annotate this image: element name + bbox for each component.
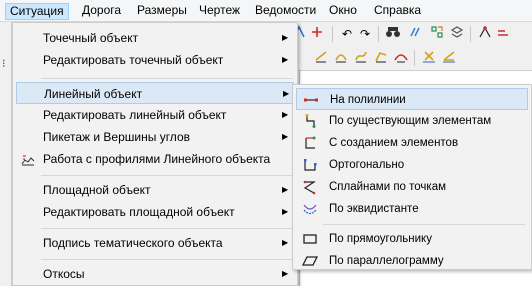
submenu-arrow-icon: ▶ <box>282 269 289 278</box>
submenu-item-spline[interactable]: Сплайнами по точкам <box>296 176 528 198</box>
menu-statements[interactable]: Ведомости <box>251 3 320 20</box>
draw-curve-icon[interactable] <box>352 49 370 67</box>
submenu-item-label: С созданием элементов <box>329 137 459 149</box>
submenu-arrow-icon: ▶ <box>282 55 289 64</box>
submenu-item-label: По прямоугольнику <box>329 233 432 245</box>
menu-item-label: Пикетаж и Вершины углов <box>43 130 190 144</box>
submenu-item-rectangle[interactable]: По прямоугольнику <box>296 228 528 250</box>
menu-separator <box>41 259 293 260</box>
menu-item-label: Площадной объект <box>43 183 151 197</box>
spline-icon <box>302 179 318 195</box>
redo-icon[interactable]: ↷ <box>356 25 374 43</box>
menu-item-label: Линейный объект <box>44 87 143 101</box>
toolbar-separator <box>414 50 415 66</box>
menu-help[interactable]: Справка <box>370 3 425 20</box>
submenu-separator <box>323 224 525 225</box>
add-point-icon[interactable] <box>308 25 326 43</box>
draw-line-icon[interactable] <box>312 49 330 67</box>
menu-item-point-object[interactable]: Точечный объект ▶ <box>16 27 294 49</box>
profile-icon <box>20 151 36 167</box>
submenu-arrow-icon: ▶ <box>282 185 289 194</box>
menu-road[interactable]: Дорога <box>78 3 125 20</box>
existing-elements-icon <box>302 113 318 129</box>
polyline-icon <box>303 92 319 108</box>
left-tool-icon: ⁝ <box>2 58 6 70</box>
submenu-arrow-icon: ▶ <box>282 238 289 247</box>
submenu-item-equidistant[interactable]: По эквидистанте <box>296 198 528 220</box>
menu-item-slopes[interactable]: Откосы ▶ <box>16 263 294 285</box>
layers-icon[interactable] <box>448 25 466 43</box>
menu-item-edit-area-object[interactable]: Редактировать площадной объект ▶ <box>16 201 294 223</box>
toolbar-second <box>290 46 532 70</box>
submenu-item-create-elements[interactable]: С созданием элементов <box>296 132 528 154</box>
submenu-item-label: На полилинии <box>330 94 406 106</box>
submenu-item-label: По параллелограмму <box>329 255 444 267</box>
situation-menu: Точечный объект ▶ Редактировать точечный… <box>12 22 298 286</box>
menu-item-label: Откосы <box>43 267 85 281</box>
submenu-item-label: По эквидистанте <box>329 203 419 215</box>
menu-separator <box>41 228 293 229</box>
menu-item-label: Точечный объект <box>43 31 139 45</box>
menu-item-label: Редактировать линейный объект <box>43 108 227 122</box>
submenu-item-orthogonal[interactable]: Ортогонально <box>296 154 528 176</box>
toolbar-separator <box>470 26 471 42</box>
menu-item-area-object[interactable]: Площадной объект ▶ <box>16 179 294 201</box>
menu-separator <box>41 78 293 79</box>
menu-separator <box>41 175 293 176</box>
submenu-item-label: Сплайнами по точкам <box>329 181 447 193</box>
menu-item-label: Подпись тематического объекта <box>43 236 223 250</box>
linear-object-submenu: На полилинии По существующим элементам С… <box>292 84 532 270</box>
dimension-angle-icon[interactable] <box>440 49 458 67</box>
submenu-item-polyline[interactable]: На полилинии <box>296 88 528 110</box>
undo-icon[interactable]: ↶ <box>338 25 356 43</box>
menu-situation[interactable]: Ситуация <box>5 3 69 20</box>
menu-item-edit-point-object[interactable]: Редактировать точечный объект ▶ <box>16 49 294 71</box>
parallelogram-icon <box>301 253 319 269</box>
submenu-item-label: По существующим элементам <box>329 115 492 127</box>
slope-icon[interactable] <box>392 49 410 67</box>
menu-item-stationing-vertices[interactable]: Пикетаж и Вершины углов ▶ <box>16 126 294 148</box>
menu-bar: Ситуация Дорога Размеры Чертеж Ведомости… <box>0 0 532 22</box>
submenu-arrow-icon: ▶ <box>282 132 289 141</box>
toolbar-top: ↶ ↷ <box>290 22 532 46</box>
toolbar-separator <box>378 26 379 42</box>
menu-drawing[interactable]: Чертеж <box>195 3 244 20</box>
menu-item-edit-linear-object[interactable]: Редактировать линейный объект ▶ <box>16 104 294 126</box>
menu-window[interactable]: Окно <box>325 3 361 20</box>
menu-item-label: Работа с профилями Линейного объекта <box>43 152 271 166</box>
menu-item-label: Редактировать площадной объект <box>43 205 235 219</box>
menu-item-thematic-label[interactable]: Подпись тематического объекта ▶ <box>16 232 294 254</box>
menu-item-linear-object[interactable]: Линейный объект ▶ <box>16 82 294 104</box>
submenu-arrow-icon: ▶ <box>282 110 289 119</box>
draw-arc-icon[interactable] <box>332 49 350 67</box>
menu-item-profiles[interactable]: Работа с профилями Линейного объекта <box>16 148 294 170</box>
find-icon[interactable] <box>384 25 402 43</box>
dimension-x-icon[interactable] <box>420 49 438 67</box>
submenu-arrow-icon: ▶ <box>282 207 289 216</box>
orthogonal-icon <box>302 157 318 173</box>
draw-spline-icon[interactable] <box>372 49 390 67</box>
submenu-arrow-icon: ▶ <box>282 33 289 42</box>
vertex-icon[interactable] <box>476 25 494 43</box>
polyline-tool-icon[interactable] <box>494 25 512 43</box>
grid-icon[interactable] <box>428 25 446 43</box>
create-elements-icon <box>302 135 318 151</box>
menu-item-label: Редактировать точечный объект <box>43 53 224 67</box>
equidistant-icon <box>302 201 318 217</box>
toolbar-separator <box>332 26 333 42</box>
submenu-item-label: Ортогонально <box>329 159 405 171</box>
submenu-arrow-icon: ▶ <box>283 89 290 98</box>
rectangle-icon <box>302 231 318 247</box>
menu-dimensions[interactable]: Размеры <box>133 3 191 20</box>
submenu-item-existing-elements[interactable]: По существующим элементам <box>296 110 528 132</box>
submenu-item-parallelogram[interactable]: По параллелограмму <box>296 250 528 272</box>
properties-icon[interactable] <box>406 25 424 43</box>
